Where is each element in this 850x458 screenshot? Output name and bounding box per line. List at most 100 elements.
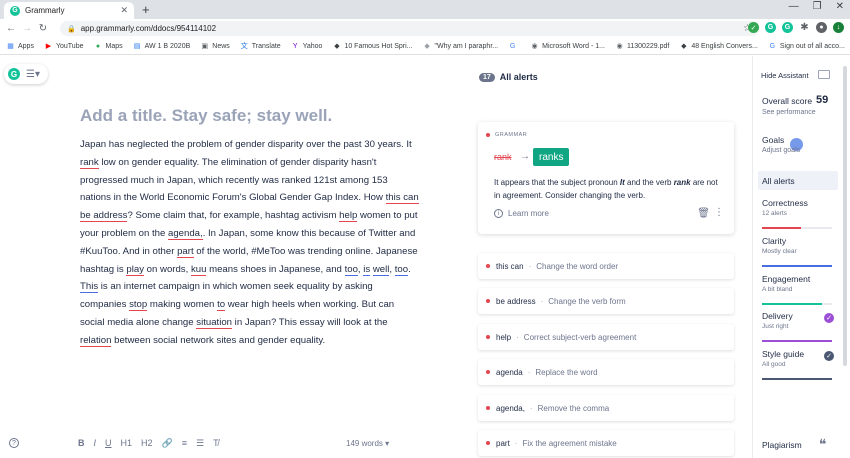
plagiarism-button[interactable]: Plagiarism — [762, 440, 802, 450]
dismiss-trash-icon[interactable]: 🗑 — [697, 208, 710, 219]
alert-separator: · — [514, 438, 518, 448]
flagged-word[interactable]: play — [126, 263, 145, 276]
flagged-word[interactable]: stop — [129, 299, 148, 312]
adjust-goals-link[interactable]: Adjust goals — [762, 147, 800, 154]
flagged-word[interactable]: agenda, — [168, 227, 203, 240]
flagged-word[interactable]: well — [372, 263, 390, 276]
document-title-placeholder[interactable]: Add a title. Stay safe; stay well. — [80, 106, 332, 126]
bookmark-label: "Why am I paraphr... — [434, 42, 499, 50]
alert-row[interactable]: agenda · Replace the word — [478, 359, 734, 385]
google-icon: G — [769, 42, 776, 50]
scrollbar[interactable] — [843, 66, 847, 366]
suggestion-button[interactable]: ranks — [533, 148, 570, 166]
flagged-word[interactable]: This — [80, 281, 99, 294]
bullet-list-button[interactable]: ☰ — [196, 438, 204, 449]
bookmark-label: 11300229.pdf — [627, 42, 670, 50]
category-correctness[interactable]: Correctness 12 alerts — [762, 198, 834, 229]
bookmark-item[interactable]: ◆ 48 English Convers... — [679, 42, 758, 51]
flagged-word[interactable]: kuu — [190, 263, 207, 276]
overall-score-label[interactable]: Overall score — [762, 96, 812, 106]
new-tab-button[interactable]: + — [142, 2, 150, 17]
category-progress-bar — [762, 340, 832, 342]
update-icon[interactable]: ↓ — [833, 22, 844, 33]
bookmark-item[interactable]: ◆ "Why am I paraphr... — [423, 42, 499, 51]
more-options-icon[interactable]: ⋮ — [714, 207, 724, 218]
grammarly-alt-extension-icon[interactable]: G — [782, 22, 793, 33]
bookmark-item[interactable]: ◉ 11300229.pdf — [615, 42, 669, 51]
alert-row[interactable]: part · Fix the agreement mistake — [478, 430, 734, 456]
reload-icon[interactable]: ↻ — [35, 23, 51, 34]
bookmark-item[interactable]: ▦ Apps — [6, 42, 34, 51]
bookmark-item[interactable]: G — [508, 42, 520, 51]
bookmark-item[interactable]: ▶ YouTube — [44, 42, 84, 51]
flagged-word[interactable]: relation — [80, 334, 112, 347]
flagged-word[interactable]: this can — [385, 192, 419, 205]
category-delivery[interactable]: Delivery Just right ✓ — [762, 311, 834, 342]
document-body[interactable]: Japan has neglected the problem of gende… — [80, 136, 420, 350]
flagged-word[interactable]: situation — [196, 316, 233, 329]
menu-icon[interactable]: ☰▾ — [26, 69, 40, 80]
back-arrow-icon[interactable]: ← — [3, 23, 19, 34]
italic-button[interactable]: I — [94, 438, 97, 449]
category-name: Clarity — [762, 236, 787, 246]
grammarly-extension-icon[interactable]: G — [765, 22, 776, 33]
bookmark-item[interactable]: ◆ 10 Famous Hot Spri... — [332, 42, 412, 51]
profile-avatar-icon[interactable]: ● — [816, 22, 827, 33]
underline-button[interactable]: U — [105, 438, 112, 449]
word-count[interactable]: 149 words ▾ — [346, 439, 389, 448]
flagged-word[interactable]: to — [217, 299, 226, 312]
hide-assistant-button[interactable]: Hide Assistant — [761, 71, 809, 80]
bookmark-item[interactable]: ● Maps — [93, 42, 123, 51]
flagged-word[interactable]: help — [339, 210, 358, 223]
flagged-word[interactable]: too — [344, 263, 358, 276]
bookmark-item[interactable]: G Sign out of all acco... — [768, 42, 845, 51]
goals-label[interactable]: Goals — [762, 135, 784, 145]
clear-format-button[interactable]: T̸ — [213, 438, 219, 449]
see-performance-link[interactable]: See performance — [762, 109, 816, 116]
category-style-guide[interactable]: Style guide All good ✓ — [762, 349, 834, 380]
flagged-word[interactable]: rank — [80, 156, 99, 169]
flagged-word[interactable]: part — [177, 245, 194, 258]
alert-word: this can — [496, 261, 524, 271]
help-icon[interactable]: ? — [9, 438, 19, 448]
expanded-alert-card[interactable]: GRAMMAR rank → ranks It appears that the… — [478, 122, 734, 234]
category-name: Correctness — [762, 198, 808, 208]
bookmark-item[interactable]: ▤ AW 1 B 2020B — [133, 42, 190, 51]
flagged-word[interactable]: be address — [80, 210, 128, 223]
body-text: . — [408, 263, 411, 275]
bold-button[interactable]: B — [78, 438, 85, 449]
flagged-word[interactable]: too — [394, 263, 409, 276]
h1-button[interactable]: H1 — [121, 438, 133, 449]
translate-icon: 文 — [240, 43, 248, 50]
category-status: Mostly clear — [762, 248, 797, 255]
minimize-button[interactable]: — — [789, 1, 799, 12]
alert-hint: Change the word order — [536, 261, 619, 271]
category-clarity[interactable]: Clarity Mostly clear — [762, 236, 834, 267]
sidebar-all-alerts[interactable]: All alerts — [758, 171, 838, 190]
forward-arrow-icon[interactable]: → — [19, 23, 35, 34]
tab-close-icon[interactable]: ✕ — [120, 5, 128, 16]
bookmark-item[interactable]: ▣ News — [200, 42, 229, 51]
panel-toggle-icon[interactable] — [818, 70, 830, 79]
h2-button[interactable]: H2 — [141, 438, 153, 449]
close-window-button[interactable]: ✕ — [836, 1, 844, 12]
alert-row[interactable]: agenda, · Remove the comma — [478, 395, 734, 421]
link-button[interactable]: 🔗 — [162, 438, 173, 449]
bookmark-item[interactable]: ◉ Microsoft Word - 1... — [530, 42, 605, 51]
category-engagement[interactable]: Engagement A bit bland — [762, 274, 834, 305]
address-bar[interactable]: 🔒 app.grammarly.com/ddocs/954114102 ☆ — [60, 21, 760, 36]
check-extension-icon[interactable]: ✓ — [748, 22, 759, 33]
ordered-list-button[interactable]: ≡ — [182, 438, 187, 449]
alert-row[interactable]: this can · Change the word order — [478, 253, 734, 279]
alert-word: part — [496, 438, 510, 448]
browser-tab[interactable]: G Grammarly ✕ — [4, 2, 134, 19]
grammarly-menu[interactable]: G ☰▾ — [4, 64, 48, 84]
bookmark-item[interactable]: Y Yahoo — [291, 42, 323, 51]
maximize-button[interactable]: ❐ — [813, 1, 822, 12]
bookmark-item[interactable]: 文 Translate — [240, 42, 281, 51]
alert-row[interactable]: be address · Change the verb form — [478, 288, 734, 314]
alert-row[interactable]: help · Correct subject-verb agreement — [478, 324, 734, 350]
body-text: ? Some claim that, for example, hashtag … — [127, 210, 340, 222]
learn-more-link[interactable]: i Learn more — [494, 209, 549, 218]
extensions-puzzle-icon[interactable]: ✱ — [799, 22, 810, 33]
